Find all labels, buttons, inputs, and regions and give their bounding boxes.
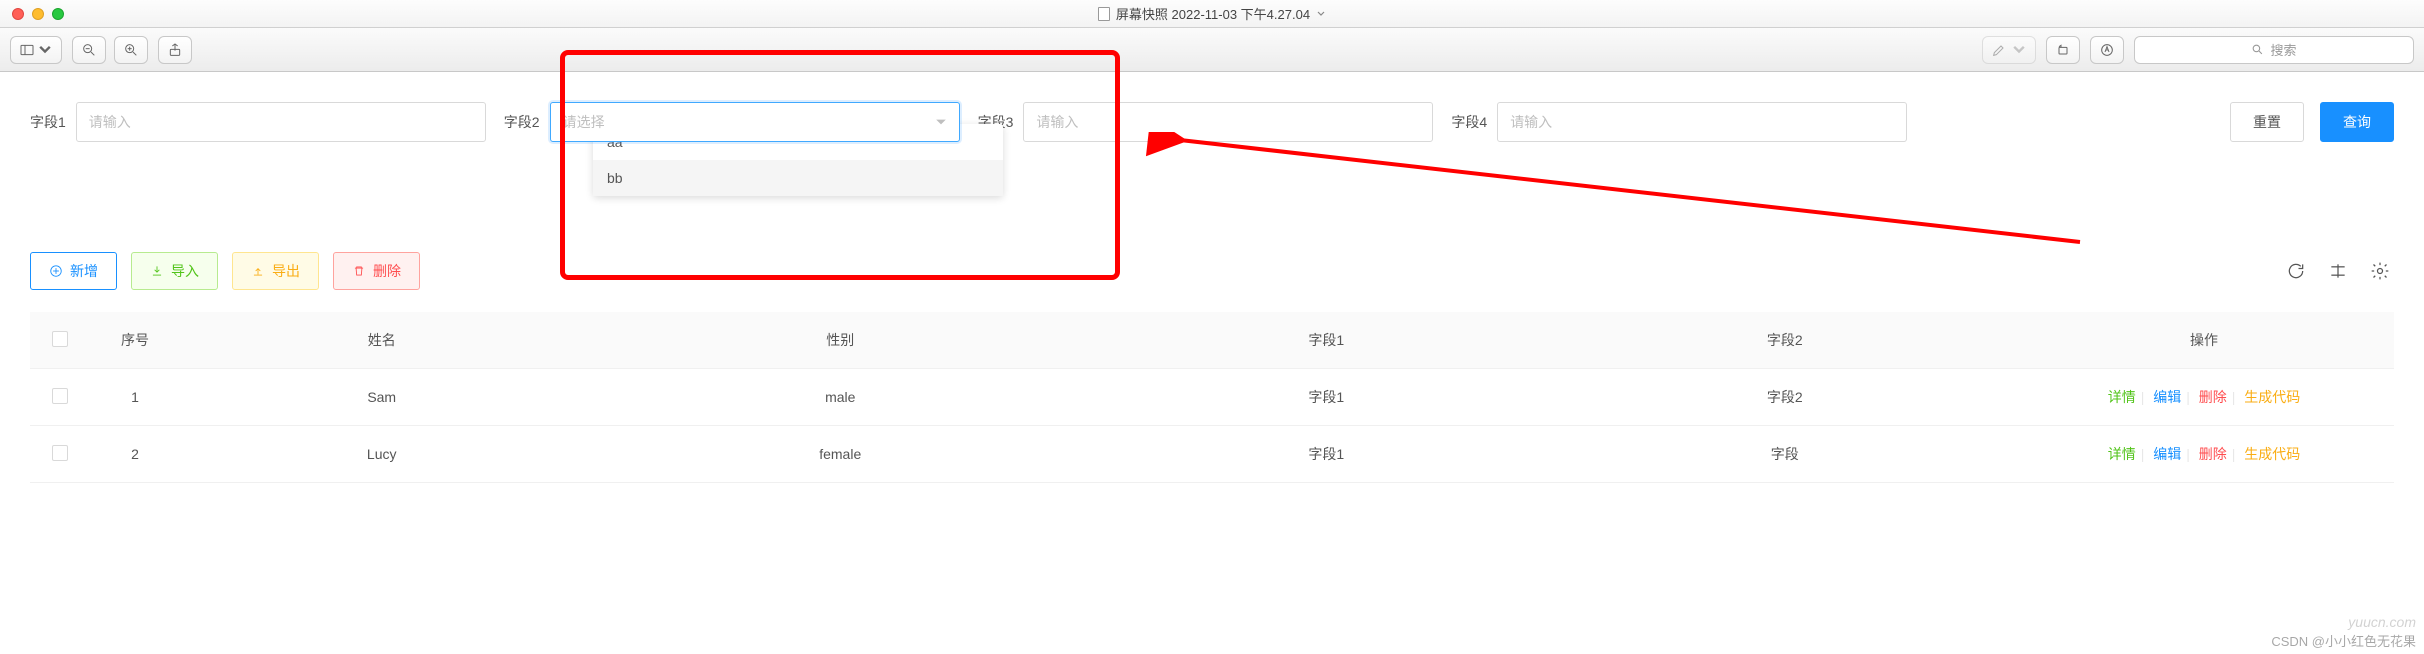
select-all-checkbox[interactable] [52,331,68,347]
share-button[interactable] [158,36,192,64]
actions-row: 新增 导入 导出 删除 [30,252,2394,290]
markup-toolbar-button[interactable] [2090,36,2124,64]
zoom-in-button[interactable] [114,36,148,64]
trash-icon [352,264,366,278]
cell-index: 2 [90,426,180,483]
op-generate-code[interactable]: 生成代码 [2239,389,2305,405]
watermark-csdn: CSDN @小小红色无花果 [2271,631,2416,650]
row-checkbox[interactable] [52,388,68,404]
cell-index: 1 [90,369,180,426]
data-table: 序号 姓名 性别 字段1 字段2 操作 1 Sam male 字段1 字段2 详… [30,312,2394,483]
filter4-label: 字段4 [1451,112,1487,132]
window-title: 屏幕快照 2022-11-03 下午4.27.04 [1116,4,1310,23]
op-delete[interactable]: 删除 [2194,389,2232,405]
filter4-input[interactable] [1497,102,1907,142]
col-name: 姓名 [180,312,583,369]
filter2-select[interactable]: 请选择 [550,102,960,142]
search-input[interactable]: 搜索 [2134,36,2414,64]
table-row: 1 Sam male 字段1 字段2 详情| 编辑| 删除| 生成代码 [30,369,2394,426]
minimize-window-button[interactable] [32,8,44,20]
cell-name: Lucy [180,426,583,483]
download-icon [150,264,164,278]
cell-f1: 字段1 [1097,369,1555,426]
col-gender: 性别 [583,312,1097,369]
maximize-window-button[interactable] [52,8,64,20]
op-generate-code[interactable]: 生成代码 [2239,446,2305,462]
filter1-input[interactable] [76,102,486,142]
settings-button[interactable] [2370,261,2390,281]
query-button[interactable]: 查询 [2320,102,2394,142]
watermark-url: yuucn.com [2348,614,2416,630]
op-edit[interactable]: 编辑 [2148,446,2186,462]
search-placeholder: 搜索 [2270,40,2296,59]
row-checkbox[interactable] [52,445,68,461]
close-window-button[interactable] [12,8,24,20]
filter3-input[interactable] [1023,102,1433,142]
cell-gender: male [583,369,1097,426]
cell-ops: 详情| 编辑| 删除| 生成代码 [2014,369,2394,426]
cell-f2: 字段 [1556,426,2014,483]
plus-circle-icon [49,264,63,278]
annotation-arrow [1120,132,2120,252]
cell-f1: 字段1 [1097,426,1555,483]
zoom-out-button[interactable] [72,36,106,64]
preview-toolbar: 搜索 [0,28,2424,72]
filter1-label: 字段1 [30,112,66,132]
sidebar-toggle-button[interactable] [10,36,62,64]
window-titlebar: 屏幕快照 2022-11-03 下午4.27.04 [0,0,2424,28]
filter2-placeholder: 请选择 [563,112,605,132]
table-row: 2 Lucy female 字段1 字段 详情| 编辑| 删除| 生成代码 [30,426,2394,483]
col-f1: 字段1 [1097,312,1555,369]
table-header-row: 序号 姓名 性别 字段1 字段2 操作 [30,312,2394,369]
import-button[interactable]: 导入 [131,252,218,290]
dropdown-option-bb[interactable]: bb [593,160,1003,196]
op-delete[interactable]: 删除 [2194,446,2232,462]
col-f2: 字段2 [1556,312,2014,369]
cell-name: Sam [180,369,583,426]
upload-icon [251,264,265,278]
export-button[interactable]: 导出 [232,252,319,290]
col-index: 序号 [90,312,180,369]
density-button[interactable] [2328,261,2348,281]
delete-button[interactable]: 删除 [333,252,420,290]
col-ops: 操作 [2014,312,2394,369]
add-button[interactable]: 新增 [30,252,117,290]
refresh-button[interactable] [2286,261,2306,281]
reset-button[interactable]: 重置 [2230,102,2304,142]
filter-row: 字段1 字段2 请选择 字段3 字段4 重置 查询 [30,102,2394,142]
rotate-button[interactable] [2046,36,2080,64]
op-detail[interactable]: 详情 [2103,389,2141,405]
cell-f2: 字段2 [1556,369,2014,426]
filter2-label: 字段2 [504,112,540,132]
markup-pen-button[interactable] [1982,36,2036,64]
cell-gender: female [583,426,1097,483]
cell-ops: 详情| 编辑| 删除| 生成代码 [2014,426,2394,483]
chevron-down-icon [935,116,947,128]
document-icon [1098,7,1110,21]
chevron-down-icon [1316,9,1326,19]
op-edit[interactable]: 编辑 [2148,389,2186,405]
op-detail[interactable]: 详情 [2103,446,2141,462]
